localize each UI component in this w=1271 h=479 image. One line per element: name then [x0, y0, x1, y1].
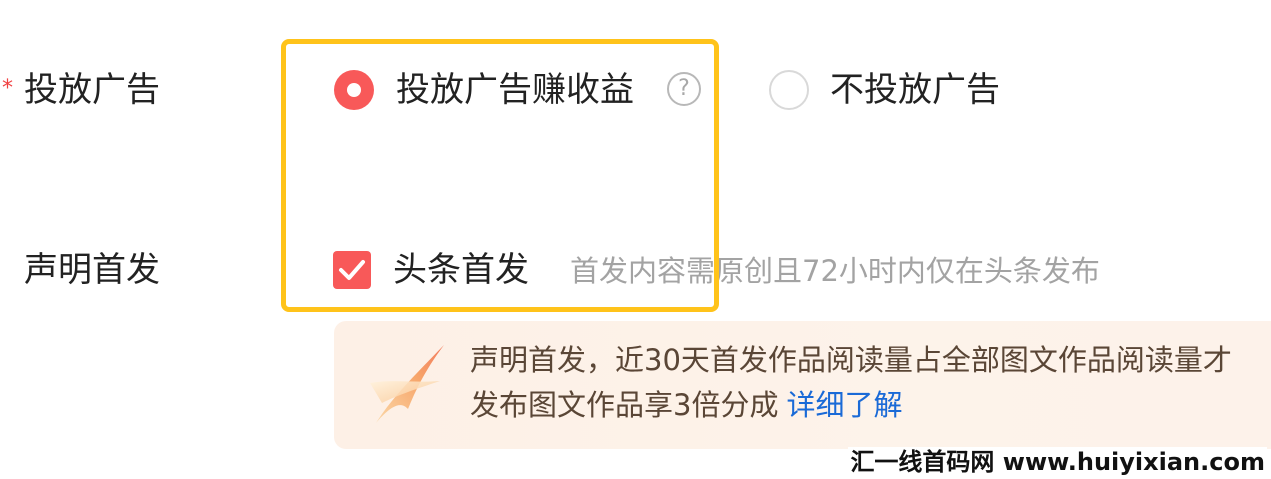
question-circle-icon[interactable]: ?: [667, 72, 701, 106]
first-publish-checkbox[interactable]: [333, 251, 371, 289]
ad-field-label: 投放广告: [24, 70, 160, 110]
first-publish-notice-banner: 声明首发，近30天首发作品阅读量占全部图文作品阅读量才 发布图文作品享3倍分成详…: [334, 321, 1271, 449]
first-publish-checkbox-label[interactable]: 头条首发: [393, 250, 529, 290]
radio-ad-earn-label[interactable]: 投放广告赚收益: [396, 70, 634, 110]
site-watermark: 汇一线首码网 www.huiyixian.com: [848, 447, 1267, 477]
radio-no-ad[interactable]: [769, 70, 809, 110]
notice-text-line1: 声明首发，近30天首发作品阅读量占全部图文作品阅读量才: [470, 343, 1232, 377]
notice-text-line2: 发布图文作品享3倍分成 详细了解: [470, 388, 902, 422]
learn-more-link[interactable]: 详细了解: [786, 388, 902, 422]
radio-ad-earn[interactable]: [334, 70, 374, 110]
first-publish-hint: 首发内容需原创且72小时内仅在头条发布: [570, 254, 1100, 288]
notice-text-line2-body: 发布图文作品享3倍分成: [470, 388, 779, 422]
radio-no-ad-label[interactable]: 不投放广告: [830, 70, 1000, 110]
required-asterisk: *: [2, 76, 13, 101]
check-icon: [339, 260, 365, 280]
ribbon-decoration-icon: [370, 345, 444, 423]
first-publish-label: 声明首发: [24, 250, 160, 290]
